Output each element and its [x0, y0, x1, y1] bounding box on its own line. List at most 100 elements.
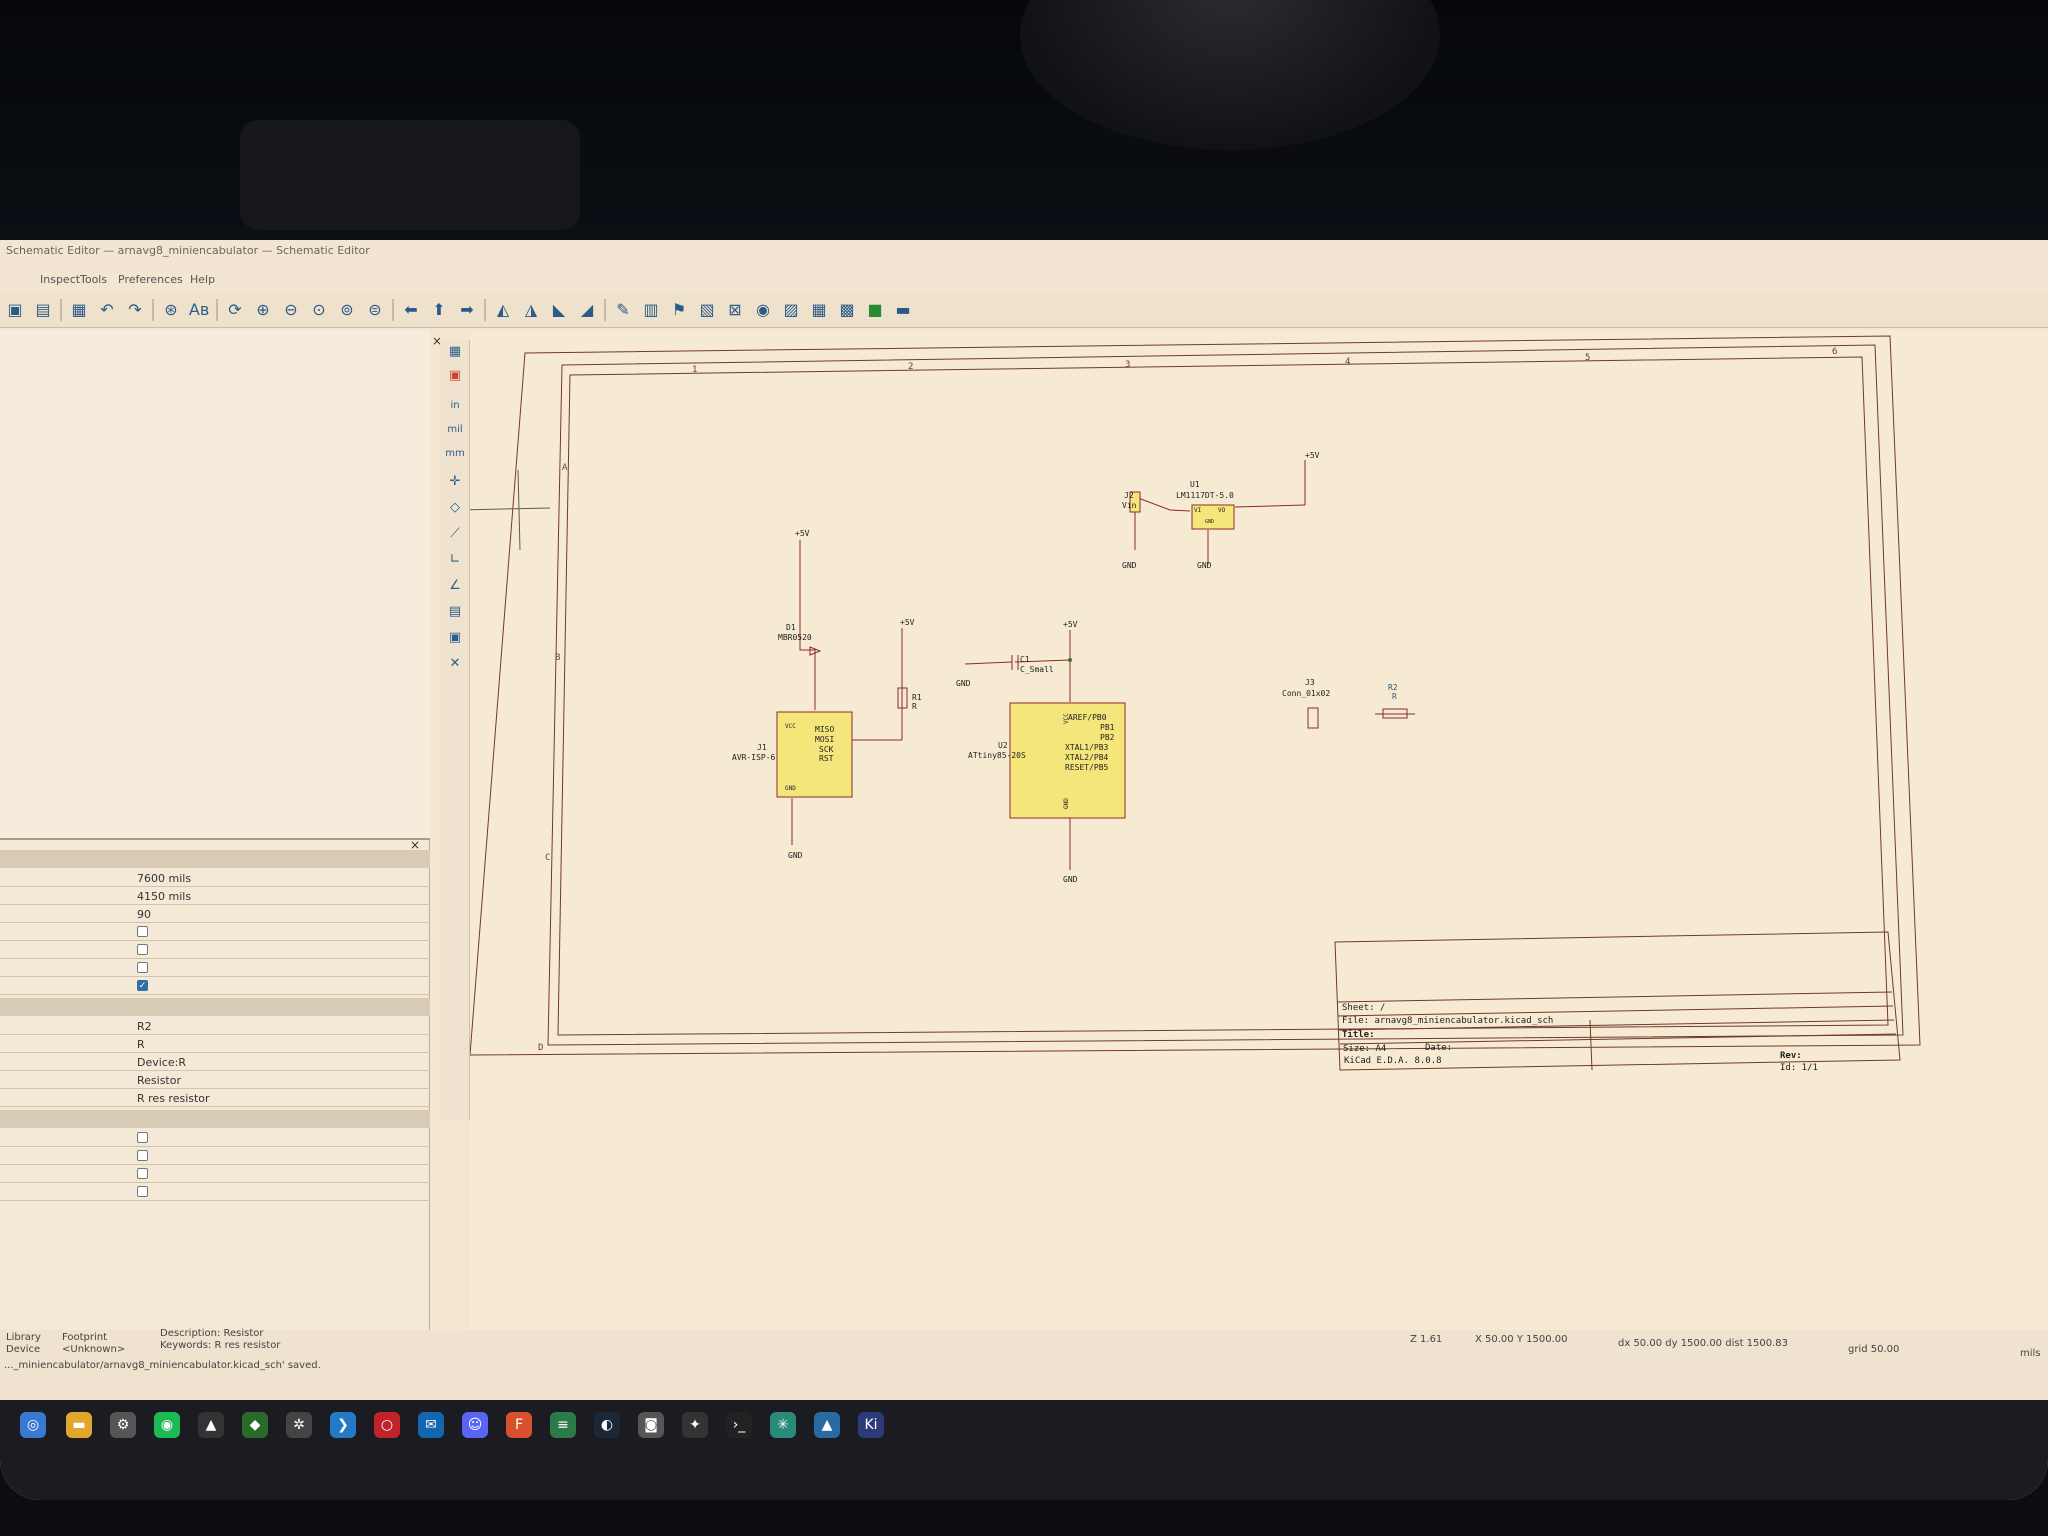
steam-icon[interactable]: ◐ — [594, 1412, 620, 1438]
u2-pin-xtal2: XTAL2/PB4 — [1065, 753, 1109, 762]
prop-value[interactable]: R — [137, 1038, 145, 1051]
checkbox[interactable] — [137, 944, 148, 955]
app-icon[interactable]: ✦ — [682, 1412, 708, 1438]
print-icon[interactable]: ▤ — [32, 299, 54, 321]
checkbox-checked[interactable]: ✓ — [137, 980, 148, 991]
prop-value[interactable]: R res resistor — [137, 1092, 210, 1105]
find-replace-icon[interactable]: Aʙ — [188, 299, 210, 321]
symbol-fields-icon[interactable]: ▥ — [640, 299, 662, 321]
mirror-h-icon[interactable]: ◢ — [576, 299, 598, 321]
outlook-icon[interactable]: ✉ — [418, 1412, 444, 1438]
redo-icon[interactable]: ↷ — [124, 299, 146, 321]
angle-mode-icon[interactable]: ∠ — [443, 578, 467, 600]
zoom-in-icon[interactable]: ⊕ — [252, 299, 274, 321]
mirror-v-icon[interactable]: ◣ — [548, 299, 570, 321]
undo-icon[interactable]: ↶ — [96, 299, 118, 321]
annotate-icon[interactable]: ✎ — [612, 299, 634, 321]
bom-icon[interactable]: ▨ — [780, 299, 802, 321]
prop-value[interactable]: 90 — [137, 908, 151, 921]
checkbox[interactable] — [137, 926, 148, 937]
hidden-pins-icon[interactable]: ◇ — [443, 500, 467, 522]
epic-games-icon[interactable]: ▲ — [198, 1412, 224, 1438]
zoom-selection-icon[interactable]: ⊜ — [364, 299, 386, 321]
zoom-objects-icon[interactable]: ⊚ — [336, 299, 358, 321]
pcb-editor-icon[interactable]: ■ — [864, 299, 886, 321]
prop-value[interactable]: Device:R — [137, 1056, 186, 1069]
prop-value[interactable]: R2 — [137, 1020, 152, 1033]
lock-icon[interactable]: ▣ — [443, 368, 467, 390]
gnd-label: GND — [788, 851, 803, 860]
tools-icon[interactable]: ✕ — [443, 656, 467, 678]
netlist-icon[interactable]: ▩ — [836, 299, 858, 321]
schematic-canvas[interactable]: 1 2 3 4 5 6 A B C D +5V U1 LM1117DT-5.0 … — [470, 330, 2048, 1330]
checkbox[interactable] — [137, 1186, 148, 1197]
units-inches-button[interactable]: in — [443, 400, 467, 422]
r1-reference: R1 — [912, 693, 922, 702]
refresh-icon[interactable]: ⟳ — [224, 299, 246, 321]
rotate-cw-icon[interactable]: ◮ — [520, 299, 542, 321]
chrome-icon[interactable]: ◎ — [20, 1412, 46, 1438]
prop-flag-checked: ✓ — [0, 978, 430, 995]
settings-icon[interactable]: ⚙ — [110, 1412, 136, 1438]
simulator-icon[interactable]: ◉ — [752, 299, 774, 321]
toolbar-separator — [216, 298, 218, 321]
checkbox[interactable] — [137, 962, 148, 973]
symbol-editor-icon[interactable]: ▧ — [696, 299, 718, 321]
annotation-icon[interactable]: ▤ — [443, 604, 467, 626]
status-saved-message: ..._miniencabulator/arnavg8_miniencabula… — [4, 1360, 321, 1371]
checkbox[interactable] — [137, 1168, 148, 1179]
find-icon[interactable]: ⊛ — [160, 299, 182, 321]
properties-icon[interactable]: ▣ — [443, 630, 467, 652]
nvidia-icon[interactable]: ◆ — [242, 1412, 268, 1438]
line-mode-icon[interactable]: ∟ — [443, 552, 467, 574]
up-arrow-icon[interactable]: ⬆ — [428, 299, 450, 321]
save-icon[interactable]: ▣ — [4, 299, 26, 321]
table-icon[interactable]: ▦ — [808, 299, 830, 321]
checkbox[interactable] — [137, 1150, 148, 1161]
app-icon[interactable]: ✳ — [770, 1412, 796, 1438]
terminal-icon[interactable]: ›_ — [726, 1412, 752, 1438]
menu-preferences[interactable]: Preferences — [118, 273, 183, 286]
opera-icon[interactable]: ○ — [374, 1412, 400, 1438]
menu-tools[interactable]: Tools — [80, 273, 107, 286]
discord-icon[interactable]: ☺ — [462, 1412, 488, 1438]
cursor-icon[interactable]: ✛ — [443, 474, 467, 496]
camera-icon[interactable]: ◙ — [638, 1412, 664, 1438]
menubar: Inspect Tools Preferences Help — [0, 270, 2048, 292]
units-mils-button[interactable]: mil — [443, 424, 467, 446]
vscode-icon[interactable]: ❯ — [330, 1412, 356, 1438]
notes-icon[interactable]: ≡ — [550, 1412, 576, 1438]
frame-row-label: A — [562, 463, 568, 473]
menu-inspect[interactable]: Inspect — [40, 273, 80, 286]
u2-pin-vcc: VCC — [1063, 713, 1070, 724]
wire-mode-icon[interactable]: ⟋ — [443, 526, 467, 548]
paste-icon[interactable]: ▦ — [68, 299, 90, 321]
back-arrow-icon[interactable]: ⬅ — [400, 299, 422, 321]
j1-pin-gnd: GND — [785, 785, 796, 792]
spotify-icon[interactable]: ◉ — [154, 1412, 180, 1438]
r1-value: R — [912, 702, 917, 711]
u2-pin-gnd: GND — [1063, 798, 1070, 809]
kicad-icon[interactable]: Ki — [858, 1412, 884, 1438]
rotate-ccw-icon[interactable]: ◭ — [492, 299, 514, 321]
footprint-assign-icon[interactable]: ⊠ — [724, 299, 746, 321]
grid-icon[interactable]: ▦ — [443, 344, 467, 366]
units-mm-button[interactable]: mm — [443, 448, 467, 470]
prop-value[interactable]: 7600 mils — [137, 872, 191, 885]
zoom-out-icon[interactable]: ⊖ — [280, 299, 302, 321]
fusion-icon[interactable]: F — [506, 1412, 532, 1438]
chatgpt-icon[interactable]: ✲ — [286, 1412, 312, 1438]
file-explorer-icon[interactable]: ▬ — [66, 1412, 92, 1438]
zoom-fit-icon[interactable]: ⊙ — [308, 299, 330, 321]
checkbox[interactable] — [137, 1132, 148, 1143]
menu-help[interactable]: Help — [190, 273, 215, 286]
prop-value[interactable]: 4150 mils — [137, 890, 191, 903]
properties-section — [0, 998, 430, 1016]
scripting-console-icon[interactable]: ▬ — [892, 299, 914, 321]
prop-flag — [0, 960, 430, 977]
prop-value[interactable]: Resistor — [137, 1074, 181, 1087]
photos-icon[interactable]: ▲ — [814, 1412, 840, 1438]
status-footprint: Footprint — [62, 1332, 108, 1343]
erc-icon[interactable]: ⚑ — [668, 299, 690, 321]
forward-arrow-icon[interactable]: ➡ — [456, 299, 478, 321]
